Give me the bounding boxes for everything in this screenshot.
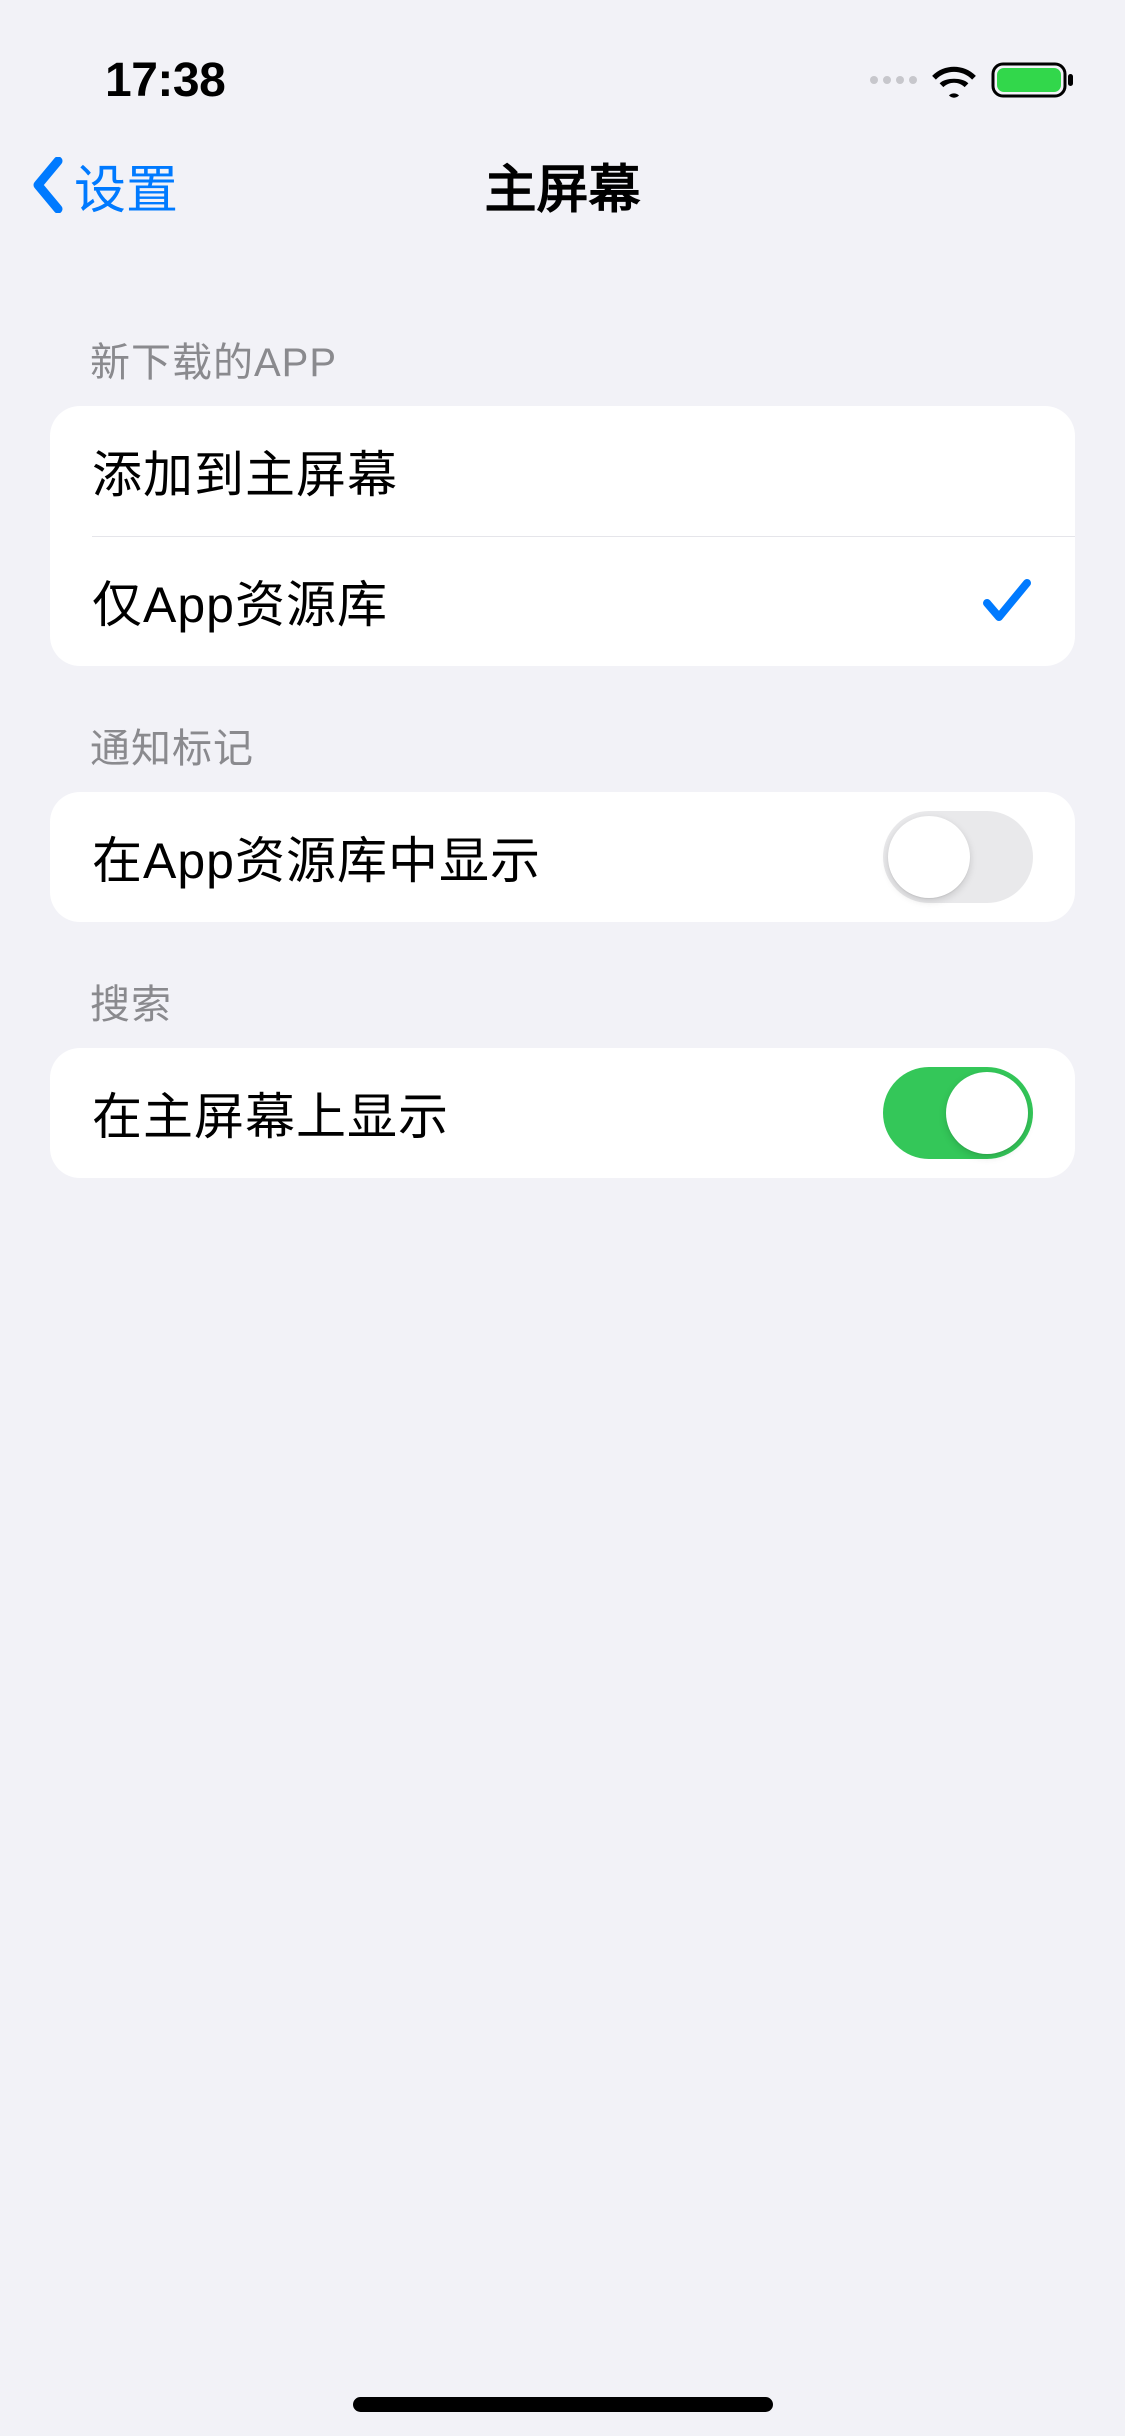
toggle-show-in-app-library[interactable]: [883, 811, 1033, 903]
toggle-knob: [888, 816, 970, 898]
home-indicator: [353, 2397, 773, 2412]
checkmark-icon: [981, 577, 1033, 625]
card-badges: 在App资源库中显示: [50, 792, 1075, 922]
chevron-left-icon: [30, 157, 66, 213]
card-new-downloads: 添加到主屏幕 仅App资源库: [50, 406, 1075, 666]
row-show-in-app-library: 在App资源库中显示: [50, 792, 1075, 922]
row-label: 在App资源库中显示: [92, 821, 541, 893]
group-header-search: 搜索: [0, 922, 1125, 1048]
option-app-library-only[interactable]: 仅App资源库: [50, 536, 1075, 666]
toggle-knob: [946, 1072, 1028, 1154]
row-label: 仅App资源库: [92, 565, 388, 637]
card-search: 在主屏幕上显示: [50, 1048, 1075, 1178]
status-time: 17:38: [105, 53, 225, 108]
group-header-badges: 通知标记: [0, 666, 1125, 792]
status-icons: [870, 60, 1075, 100]
battery-icon: [991, 60, 1075, 100]
row-label: 在主屏幕上显示: [92, 1077, 449, 1149]
back-label: 设置: [74, 148, 178, 223]
cellular-dots-icon: [870, 76, 917, 84]
status-bar: 17:38: [0, 0, 1125, 120]
row-show-on-home: 在主屏幕上显示: [50, 1048, 1075, 1178]
option-add-to-home[interactable]: 添加到主屏幕: [50, 406, 1075, 536]
page-title: 主屏幕: [484, 148, 640, 223]
back-button[interactable]: 设置: [20, 148, 178, 223]
nav-bar: 设置 主屏幕: [0, 120, 1125, 250]
group-header-new-downloads: 新下载的APP: [0, 250, 1125, 406]
toggle-show-on-home[interactable]: [883, 1067, 1033, 1159]
wifi-icon: [929, 61, 979, 99]
row-label: 添加到主屏幕: [92, 435, 398, 507]
